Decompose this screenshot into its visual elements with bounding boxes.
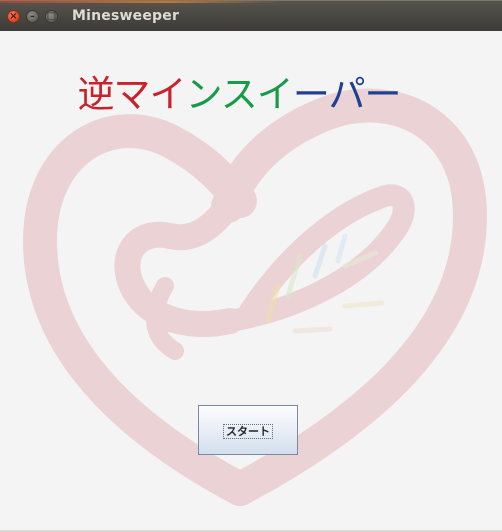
close-icon[interactable]: ×	[7, 10, 20, 23]
game-title-heading: 逆マインスイーパー	[0, 64, 478, 118]
heading-segment-red: 逆マイ	[77, 73, 187, 116]
title-bar[interactable]: × – □ Minesweeper	[0, 0, 502, 31]
maximize-icon[interactable]: □	[45, 10, 58, 23]
minimize-icon[interactable]: –	[26, 10, 39, 23]
title-bar-accent	[0, 1, 280, 3]
heading-segment-green: ンスイ	[185, 73, 294, 116]
start-button-label: スタート	[223, 424, 273, 439]
start-button[interactable]: スタート	[198, 405, 298, 455]
window-title: Minesweeper	[72, 8, 180, 24]
minesweeper-window: × – □ Minesweeper 逆マインスイーパー スタート	[0, 0, 502, 532]
content-panel: 逆マインスイーパー スタート	[0, 31, 502, 532]
heading-segment-blue: ーパー	[292, 73, 402, 116]
